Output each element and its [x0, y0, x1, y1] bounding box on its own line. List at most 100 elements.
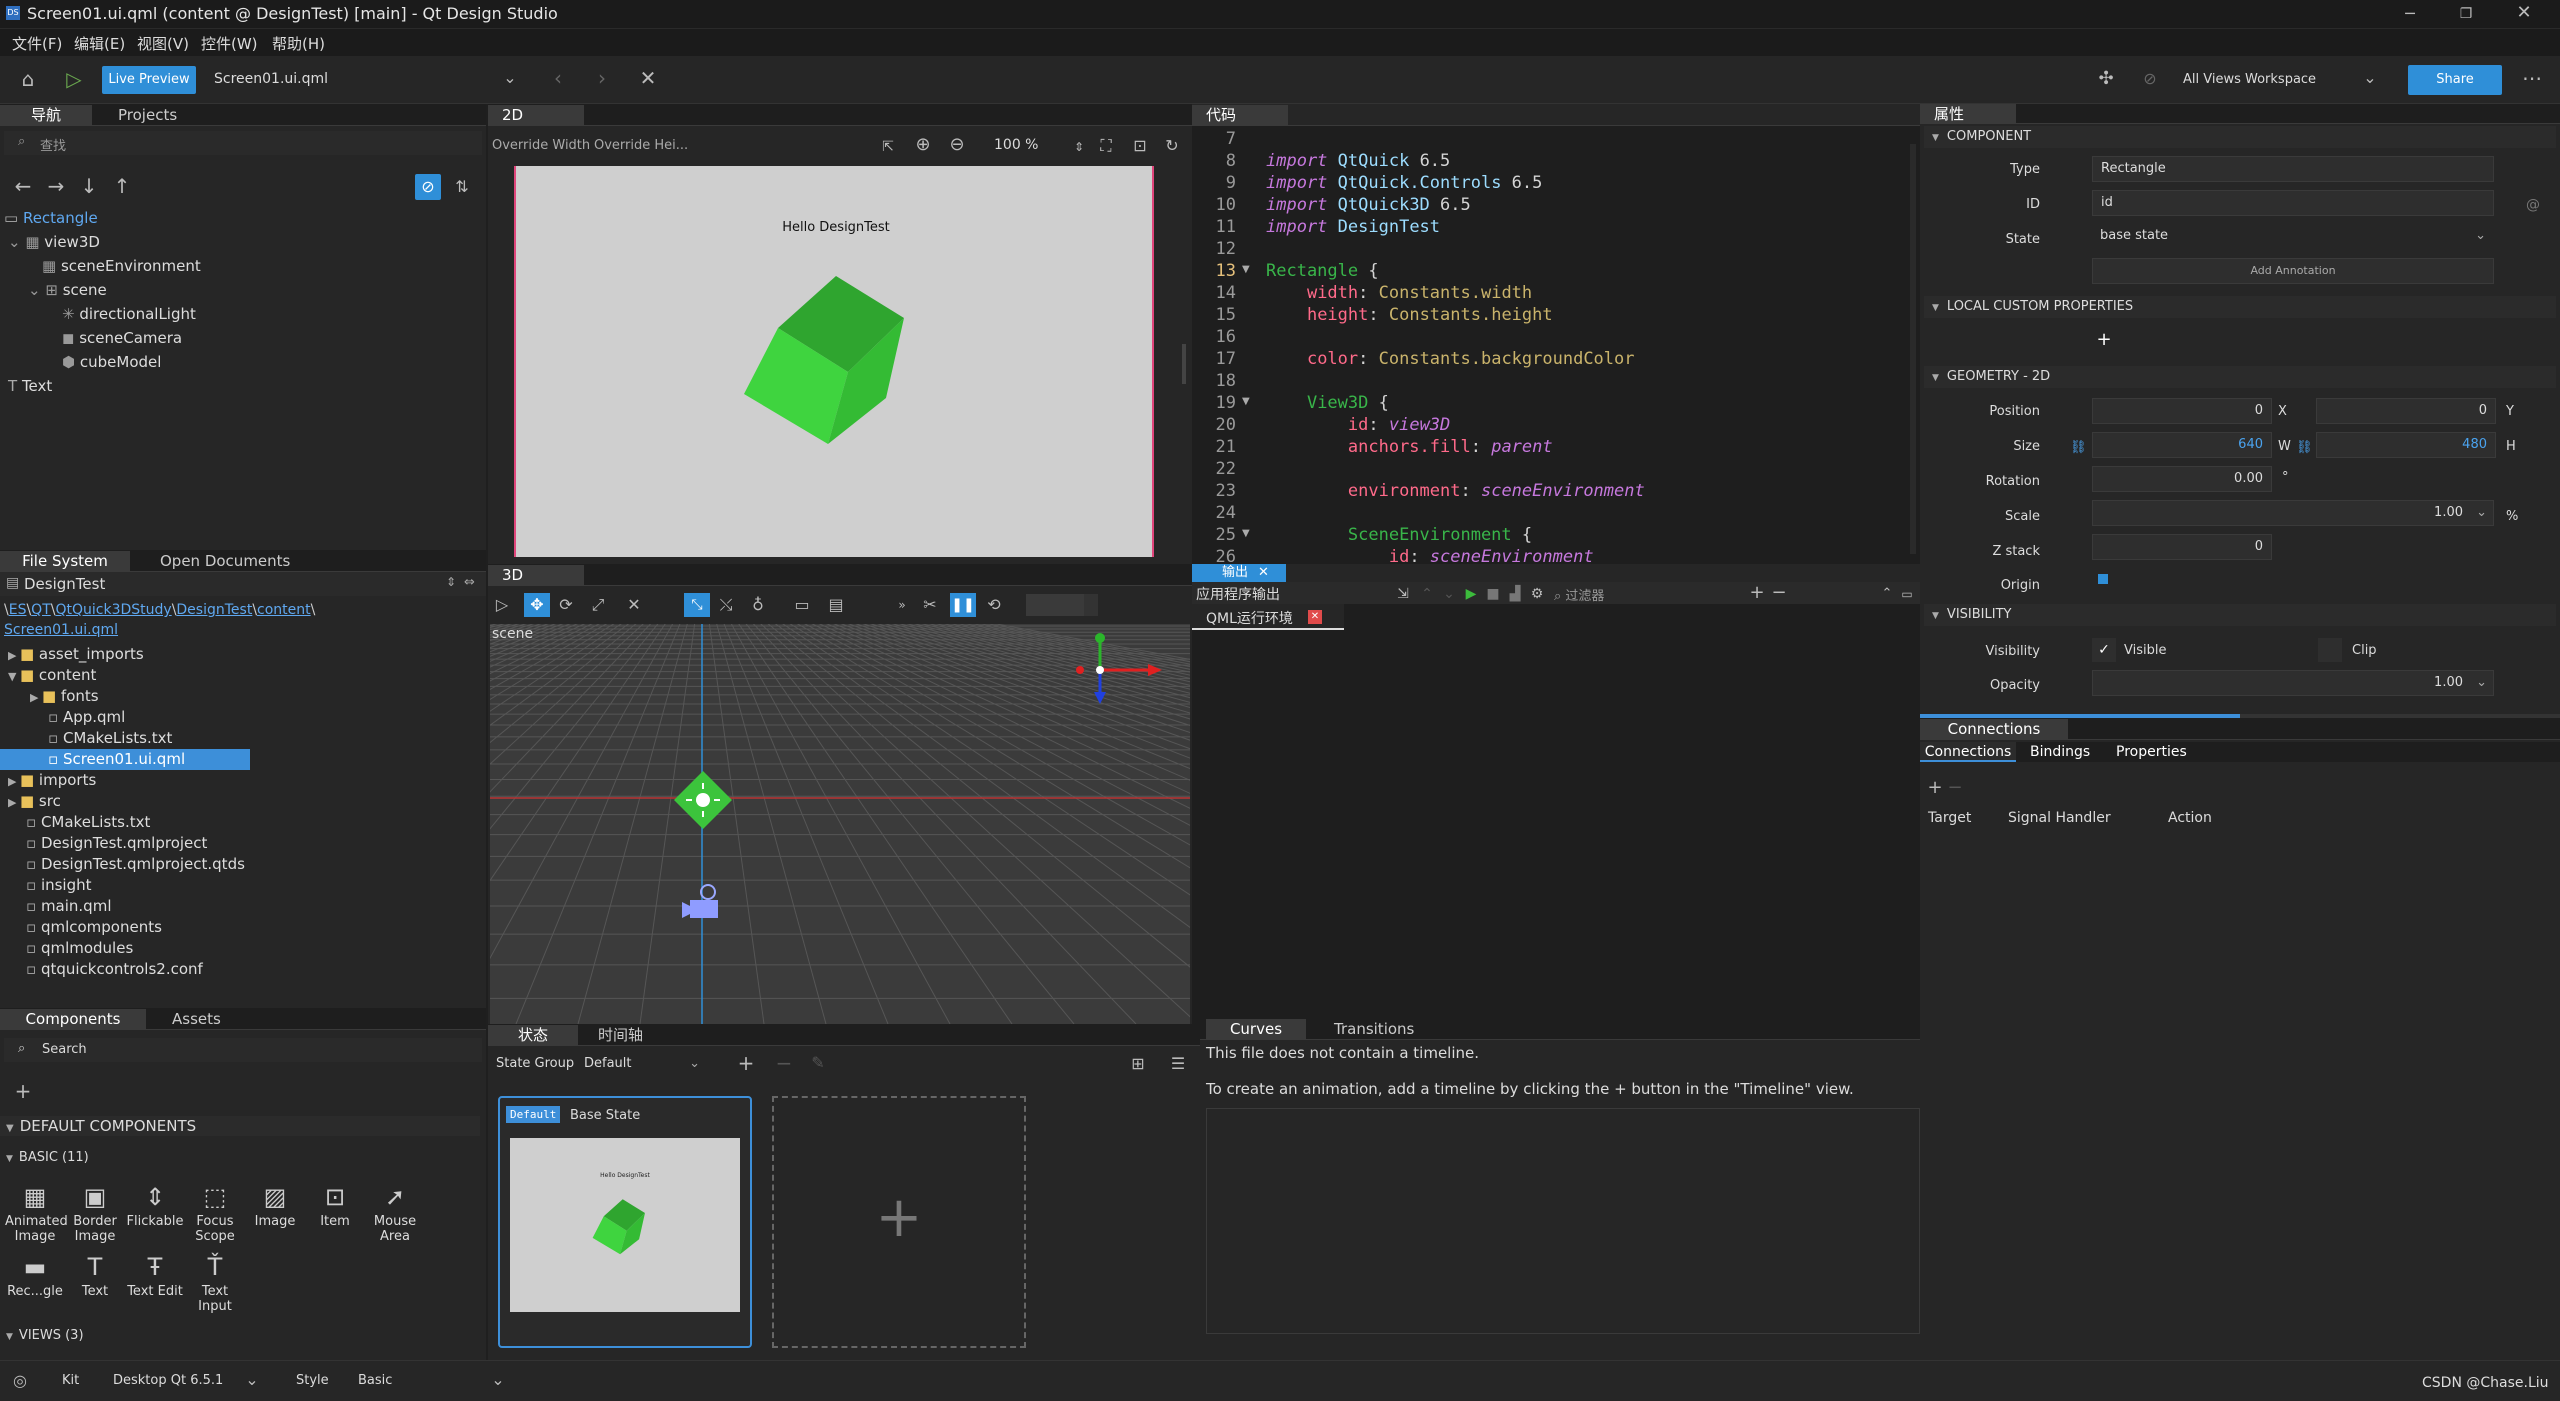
- component-rectangle[interactable]: ▬ Rec...gle: [5, 1254, 65, 1299]
- arrow-down-icon[interactable]: ↓: [78, 176, 100, 196]
- select-tool-icon[interactable]: ▷: [492, 595, 512, 615]
- zoom-in-icon[interactable]: ⊕: [912, 135, 934, 155]
- scale-field[interactable]: 1.00 ⌄: [2092, 500, 2494, 526]
- arrow-right-icon[interactable]: →: [45, 176, 67, 196]
- crumb-es[interactable]: ES: [9, 602, 27, 618]
- tree-item-cubemodel[interactable]: ⬢ cubeModel: [62, 350, 161, 374]
- code-line[interactable]: import DesignTest: [1266, 216, 1440, 238]
- close-icon[interactable]: ✕: [2514, 3, 2534, 23]
- code-line[interactable]: import QtQuick.Controls 6.5: [1266, 172, 1542, 194]
- section-visibility[interactable]: ▼ VISIBILITY: [1924, 604, 2556, 626]
- local-orientation-icon[interactable]: ⤡: [684, 593, 710, 617]
- background-icon[interactable]: ▤: [826, 595, 846, 615]
- file-item[interactable]: ▫ qmlcomponents: [26, 917, 162, 938]
- code-line[interactable]: color: Constants.backgroundColor: [1266, 348, 1635, 370]
- restart-icon[interactable]: ⟲: [984, 595, 1004, 615]
- back-icon[interactable]: ‹: [548, 68, 568, 88]
- curve-editor-area[interactable]: [1206, 1108, 1920, 1334]
- zoom-spin-icon[interactable]: ⇕: [1070, 137, 1088, 157]
- fold-marker-icon[interactable]: ▼: [1242, 528, 1250, 539]
- fold-marker-icon[interactable]: ▼: [1242, 396, 1250, 407]
- component-border-image[interactable]: ▣ Border Image: [65, 1184, 125, 1244]
- down-icon[interactable]: ⌄: [1440, 584, 1458, 604]
- tab-navigator[interactable]: 导航: [0, 105, 92, 126]
- file-item[interactable]: ▫ qmlmodules: [26, 938, 133, 959]
- fit-icon[interactable]: ✕: [624, 595, 644, 615]
- run-icon[interactable]: ▷: [62, 69, 86, 89]
- crumb-content[interactable]: content: [257, 602, 311, 618]
- selection-tool-icon[interactable]: ⇱: [878, 137, 898, 157]
- section-views[interactable]: ▼ VIEWS (3): [6, 1328, 84, 1343]
- clip-checkbox[interactable]: [2318, 638, 2342, 662]
- stop-icon[interactable]: ■: [1484, 584, 1502, 604]
- tab-connections[interactable]: Connections: [1920, 742, 2016, 762]
- tree-item-directionallight[interactable]: ✳ directionalLight: [62, 302, 196, 326]
- component-flickable[interactable]: ⇕ Flickable: [125, 1184, 185, 1229]
- menu-widgets[interactable]: 控件(W): [201, 33, 258, 54]
- file-item[interactable]: ▫ insight: [26, 875, 92, 896]
- zstack-field[interactable]: 0: [2092, 534, 2272, 560]
- file-item[interactable]: ▶ ■ asset_imports: [8, 644, 144, 665]
- tree-item-rectangle[interactable]: ▭ Rectangle: [4, 206, 98, 230]
- component-focus-scope[interactable]: ⬚ Focus Scope: [185, 1184, 245, 1244]
- section-component[interactable]: ▼ COMPONENT: [1924, 126, 2556, 148]
- file-item[interactable]: ▫ App.qml: [48, 707, 125, 728]
- minimize-panel-icon[interactable]: ▭: [1898, 584, 1916, 604]
- particles-icon[interactable]: ✂: [920, 595, 940, 615]
- add-property-icon[interactable]: +: [2094, 330, 2114, 350]
- grid-view-icon[interactable]: ⊞: [1128, 1054, 1148, 1074]
- attach-icon[interactable]: ⇲: [1394, 584, 1412, 604]
- add-module-icon[interactable]: +: [12, 1081, 34, 1101]
- tab-connection-properties[interactable]: Properties: [2116, 742, 2187, 762]
- tab-file-system[interactable]: File System: [0, 551, 130, 572]
- close-document-icon[interactable]: ✕: [636, 68, 660, 88]
- origin-selector[interactable]: [2098, 574, 2108, 584]
- kit-chevron-icon[interactable]: ⌄: [242, 1370, 262, 1390]
- add-annotation-button[interactable]: Add Annotation: [2092, 258, 2494, 284]
- modules-icon[interactable]: ✣: [2094, 69, 2118, 89]
- overflow-icon[interactable]: »: [892, 595, 912, 615]
- code-line[interactable]: Rectangle {: [1266, 260, 1379, 282]
- design-canvas[interactable]: Hello DesignTest: [514, 166, 1154, 557]
- tab-2d[interactable]: 2D: [488, 105, 584, 126]
- file-dropdown-chevron-icon[interactable]: ⌄: [498, 68, 522, 88]
- viewport-3d[interactable]: scene: [490, 624, 1190, 1024]
- link-icon[interactable]: ⇔: [464, 575, 475, 590]
- fit-selection-icon[interactable]: ⊡: [1130, 136, 1150, 156]
- forward-icon[interactable]: ›: [592, 68, 612, 88]
- speed-slider[interactable]: [1026, 594, 1098, 616]
- tab-properties[interactable]: 属性: [1920, 104, 2016, 124]
- section-local-custom[interactable]: ▼ LOCAL CUSTOM PROPERTIES: [1924, 296, 2556, 318]
- file-item[interactable]: ▫ CMakeLists.txt: [26, 812, 150, 833]
- tree-item-view3d[interactable]: ⌄ ▦ view3D: [8, 230, 100, 254]
- edit-state-group-icon[interactable]: ✎: [808, 1053, 828, 1073]
- home-icon[interactable]: ⌂: [16, 69, 40, 89]
- section-default-components[interactable]: ▼ DEFAULT COMPONENTS: [0, 1116, 480, 1136]
- code-line[interactable]: SceneEnvironment {: [1266, 524, 1532, 546]
- remove-state-group-icon[interactable]: −: [774, 1053, 794, 1073]
- base-state-card[interactable]: Default Base State Hello DesignTest: [498, 1096, 752, 1348]
- rotate-tool-icon[interactable]: ⟳: [556, 595, 576, 615]
- scale-tool-icon[interactable]: ⤢: [588, 595, 608, 615]
- maximize-icon[interactable]: ❐: [2456, 4, 2476, 24]
- state-group-dropdown[interactable]: Default ⌄: [578, 1052, 704, 1076]
- tree-item-sceneenvironment[interactable]: ▦ sceneEnvironment: [42, 254, 201, 278]
- tab-qml-runtime[interactable]: QML运行环境 ✕: [1192, 604, 1344, 630]
- menu-file[interactable]: 文件(F): [12, 33, 62, 54]
- code-line[interactable]: environment: sceneEnvironment: [1266, 480, 1645, 502]
- tab-bindings[interactable]: Bindings: [2030, 742, 2090, 762]
- tab-transitions[interactable]: Transitions: [1320, 1019, 1428, 1040]
- filter-icon[interactable]: ⊘: [415, 174, 441, 200]
- list-view-icon[interactable]: ☰: [1168, 1054, 1188, 1074]
- pause-icon[interactable]: ❚❚: [950, 593, 976, 617]
- override-height-field[interactable]: Override Hei...: [594, 138, 688, 153]
- tab-components[interactable]: Components: [0, 1009, 146, 1030]
- code-line[interactable]: id: view3D: [1266, 414, 1450, 436]
- workspace-chevron-icon[interactable]: ⌄: [2358, 68, 2382, 88]
- file-item[interactable]: ▫ DesignTest.qmlproject: [26, 833, 207, 854]
- workspace-selector[interactable]: All Views Workspace: [2183, 72, 2316, 87]
- close-run-tab-icon[interactable]: ✕: [1308, 610, 1322, 624]
- code-scrollbar[interactable]: [1910, 144, 1916, 554]
- crumb-qtquick3dstudy[interactable]: QtQuick3DStudy: [55, 602, 171, 618]
- canvas-text[interactable]: Hello DesignTest: [516, 220, 1156, 235]
